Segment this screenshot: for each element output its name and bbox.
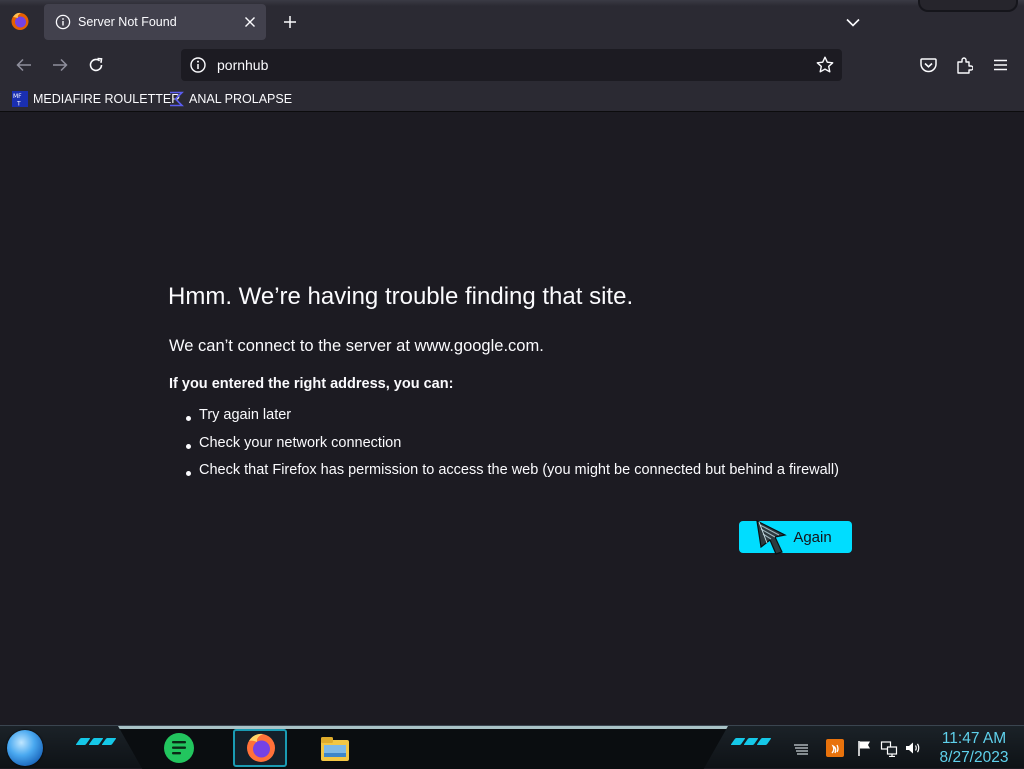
list-item: Try again later (169, 407, 839, 435)
bookmark-anal-prolapse[interactable]: ANAL PROLAPSE (168, 89, 292, 109)
site-info-icon[interactable] (189, 56, 207, 74)
new-tab-button[interactable] (277, 9, 303, 35)
volume-icon[interactable] (904, 739, 922, 757)
taskbar: 11:47 AM 8/27/2023 (0, 725, 1024, 769)
clock-time: 11:47 AM (941, 730, 1007, 747)
tab-title: Server Not Found (78, 15, 177, 29)
list-item: Check your network connection (169, 435, 839, 463)
reload-button[interactable] (82, 51, 110, 79)
list-item: Check that Firefox has permission to acc… (169, 462, 839, 490)
network-icon[interactable] (880, 739, 898, 757)
app-menu-button[interactable] (986, 51, 1014, 79)
chevron-down-icon (846, 18, 860, 27)
back-button[interactable] (10, 51, 38, 79)
java-icon[interactable] (826, 739, 844, 757)
tab-strip: Server Not Found (0, 0, 1024, 44)
suggestion-list: Try again later Check your network conne… (169, 407, 839, 490)
flag-icon[interactable] (856, 739, 874, 757)
bookmark-label: MEDIAFIRE ROULETTER (33, 92, 181, 106)
taskbar-dock (118, 726, 728, 769)
firefox-taskbar-button[interactable] (233, 729, 287, 767)
bookmark-label: ANAL PROLAPSE (189, 92, 293, 106)
reload-icon (89, 57, 103, 72)
extensions-button[interactable] (950, 51, 978, 79)
error-page: Hmm. We’re having trouble finding that s… (0, 113, 1024, 725)
url-input[interactable] (215, 56, 815, 74)
mediafire-icon: MF T (12, 91, 28, 107)
error-short-description: We can’t connect to the server at www.go… (169, 337, 544, 355)
bookmarks-toolbar: MF T MEDIAFIRE ROULETTER ANAL PROLAPSE (0, 86, 1024, 112)
bookmark-mediafire-rouletter[interactable]: MF T MEDIAFIRE ROULETTER (12, 89, 180, 109)
address-bar[interactable] (181, 49, 842, 81)
clock-date: 8/27/2023 (939, 749, 1009, 766)
error-title: Hmm. We’re having trouble finding that s… (168, 283, 634, 310)
firefox-icon (247, 733, 275, 762)
try-again-label: Again (793, 528, 832, 546)
forward-button[interactable] (46, 51, 74, 79)
svg-text:MF: MF (13, 93, 22, 100)
window-frame-notch (918, 0, 1018, 12)
pocket-icon (919, 58, 937, 73)
arrow-right-icon (53, 58, 68, 72)
bookmark-star-icon[interactable] (815, 55, 835, 75)
puzzle-piece-icon (956, 56, 973, 74)
navigation-toolbar (0, 44, 1024, 86)
close-tab-icon[interactable] (240, 12, 260, 32)
system-clock[interactable]: 11:47 AM 8/27/2023 (928, 729, 1020, 767)
plus-icon (284, 16, 296, 28)
decor-chevrons-icon (75, 738, 117, 748)
stacked-lines-icon[interactable] (792, 739, 810, 757)
sigma-icon (170, 91, 184, 107)
pocket-button[interactable] (914, 51, 942, 79)
mouse-cursor-icon (756, 519, 787, 555)
list-all-tabs-button[interactable] (840, 10, 866, 34)
hamburger-menu-icon (993, 59, 1007, 71)
decor-chevrons-icon (730, 738, 772, 748)
info-icon (55, 14, 71, 30)
arrow-left-icon (16, 58, 31, 72)
firefox-view-icon[interactable] (10, 11, 30, 31)
error-advice-heading: If you entered the right address, you ca… (169, 376, 454, 392)
file-explorer-icon[interactable] (318, 731, 352, 765)
tab-server-not-found[interactable]: Server Not Found (44, 4, 266, 40)
svg-text:T: T (16, 101, 21, 108)
start-orb-button[interactable] (7, 730, 43, 766)
chat-app-icon[interactable] (162, 731, 196, 765)
